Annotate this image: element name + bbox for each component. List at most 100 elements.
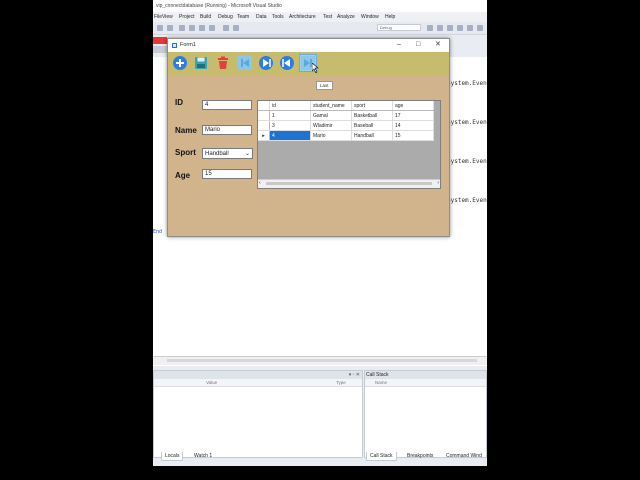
forward-icon[interactable] — [167, 25, 173, 31]
col-student-name[interactable]: student_name — [310, 101, 352, 111]
tab-breakpoints[interactable]: Breakpoints — [404, 452, 436, 460]
grid-horizontal-scrollbar[interactable]: ‹ › — [258, 179, 440, 188]
menu-project[interactable]: Project — [179, 14, 195, 20]
call-stack-header: Call Stack — [365, 371, 486, 379]
name-field[interactable]: Mario — [202, 125, 252, 135]
scroll-thumb[interactable] — [266, 182, 432, 185]
cell-age[interactable]: 14 — [392, 120, 434, 131]
table-row[interactable]: 3 Wladimir Baseball 14 — [258, 120, 434, 131]
undo-icon[interactable] — [223, 25, 229, 31]
id-field[interactable]: 4 — [202, 100, 252, 110]
menu-analyze[interactable]: Analyze — [337, 14, 355, 20]
editor-tab[interactable] — [153, 46, 167, 53]
menu-team[interactable]: Team — [237, 14, 249, 20]
tooltip: Last — [316, 81, 333, 90]
step-out-icon[interactable] — [477, 25, 483, 31]
pane-window-buttons[interactable]: ▾ ▫ ✕ — [349, 372, 360, 378]
end-keyword: End — [153, 229, 163, 235]
col-sport[interactable]: sport — [351, 101, 393, 111]
menu-tools[interactable]: Tools — [272, 14, 284, 20]
menu-architecture[interactable]: Architecture — [289, 14, 316, 20]
vs-toolbar: Debug — [153, 22, 487, 35]
column-value: Value — [206, 380, 218, 385]
form-icon — [172, 43, 177, 48]
cell-sport[interactable]: Basketball — [351, 110, 393, 121]
menu-help[interactable]: Help — [385, 14, 395, 20]
close-button[interactable]: ✕ — [435, 41, 441, 49]
previous-icon — [280, 56, 294, 70]
save-button[interactable] — [193, 55, 209, 71]
scroll-thumb[interactable] — [167, 359, 477, 362]
trash-icon — [218, 56, 228, 69]
age-field[interactable]: 15 — [202, 169, 252, 179]
delete-button[interactable] — [215, 55, 231, 71]
cell-id[interactable]: 3 — [269, 120, 311, 131]
add-button[interactable] — [172, 55, 188, 71]
grid-header-row: id student_name sport age — [258, 101, 434, 111]
debug-panels: ▾ ▫ ✕ Value Type Call Stack Name Locals … — [153, 366, 487, 480]
row-marker-icon[interactable]: ▸ — [258, 130, 270, 141]
step-over-icon[interactable] — [457, 25, 463, 31]
col-age[interactable]: age — [392, 101, 434, 111]
table-row-selected[interactable]: ▸ 4 Mario Handball 15 — [258, 130, 434, 141]
tab-locals[interactable]: Locals — [161, 452, 184, 461]
maximize-button[interactable]: □ — [416, 41, 420, 49]
editor-horizontal-scrollbar[interactable] — [153, 356, 487, 365]
floppy-icon — [195, 57, 207, 69]
open-icon[interactable] — [189, 25, 195, 31]
code-line: System.Even — [447, 119, 487, 126]
menu-build[interactable]: Build — [200, 14, 211, 20]
menu-debug[interactable]: Debug — [218, 14, 233, 20]
stop-icon[interactable] — [437, 25, 443, 31]
menu-window[interactable]: Window — [361, 14, 379, 20]
menu-view[interactable]: View — [162, 14, 173, 20]
cell-sport[interactable]: Handball — [351, 130, 393, 141]
pause-icon[interactable] — [427, 25, 433, 31]
scroll-left-icon[interactable]: ‹ — [259, 180, 261, 186]
cell-id[interactable]: 1 — [269, 110, 311, 121]
plus-icon — [173, 56, 187, 70]
step-into-icon[interactable] — [467, 25, 473, 31]
column-type: Type — [336, 380, 346, 385]
col-id[interactable]: id — [269, 101, 311, 111]
save-all-icon[interactable] — [209, 25, 215, 31]
solution-config-select[interactable]: Debug — [377, 24, 421, 31]
students-grid[interactable]: id student_name sport age 1 Gamal Basket… — [257, 100, 441, 189]
cell-student-name[interactable]: Gamal — [310, 110, 352, 121]
call-stack-columns: Name — [365, 379, 486, 387]
row-header[interactable] — [258, 110, 270, 121]
sport-label: Sport — [175, 148, 196, 157]
tab-command-window[interactable]: Command Wind — [443, 452, 485, 460]
editor-tab-active[interactable] — [153, 37, 167, 44]
locals-pane: ▾ ▫ ✕ Value Type — [153, 370, 363, 458]
redo-icon[interactable] — [233, 25, 239, 31]
menu-test[interactable]: Test — [323, 14, 332, 20]
cell-id[interactable]: 4 — [269, 130, 311, 141]
code-line: System.Even — [447, 158, 487, 165]
restart-icon[interactable] — [447, 25, 453, 31]
save-icon[interactable] — [199, 25, 205, 31]
row-header[interactable] — [258, 120, 270, 131]
table-row[interactable]: 1 Gamal Basketball 17 — [258, 110, 434, 121]
cell-student-name[interactable]: Mario — [310, 130, 352, 141]
bottom-tabs-right: Call Stack Breakpoints Command Wind — [364, 452, 485, 461]
previous-button[interactable] — [279, 55, 295, 71]
form-toolstrip — [168, 52, 449, 75]
code-line: System.Even — [447, 80, 487, 87]
cell-age[interactable]: 17 — [392, 110, 434, 121]
scroll-right-icon[interactable]: › — [437, 180, 439, 186]
cell-sport[interactable]: Baseball — [351, 120, 393, 131]
menu-data[interactable]: Data — [256, 14, 267, 20]
new-project-icon[interactable] — [179, 25, 185, 31]
first-button[interactable] — [237, 55, 253, 71]
menu-file[interactable]: File — [154, 14, 162, 20]
tab-watch1[interactable]: Watch 1 — [191, 452, 215, 460]
minimize-button[interactable]: – — [397, 41, 401, 49]
cell-age[interactable]: 15 — [392, 130, 434, 141]
cell-student-name[interactable]: Wladimir — [310, 120, 352, 131]
back-icon[interactable] — [157, 25, 163, 31]
next-button[interactable] — [258, 55, 274, 71]
sport-select[interactable]: Handball ⌄ — [202, 148, 253, 159]
column-name: Name — [375, 380, 388, 385]
tab-call-stack[interactable]: Call Stack — [366, 452, 397, 461]
